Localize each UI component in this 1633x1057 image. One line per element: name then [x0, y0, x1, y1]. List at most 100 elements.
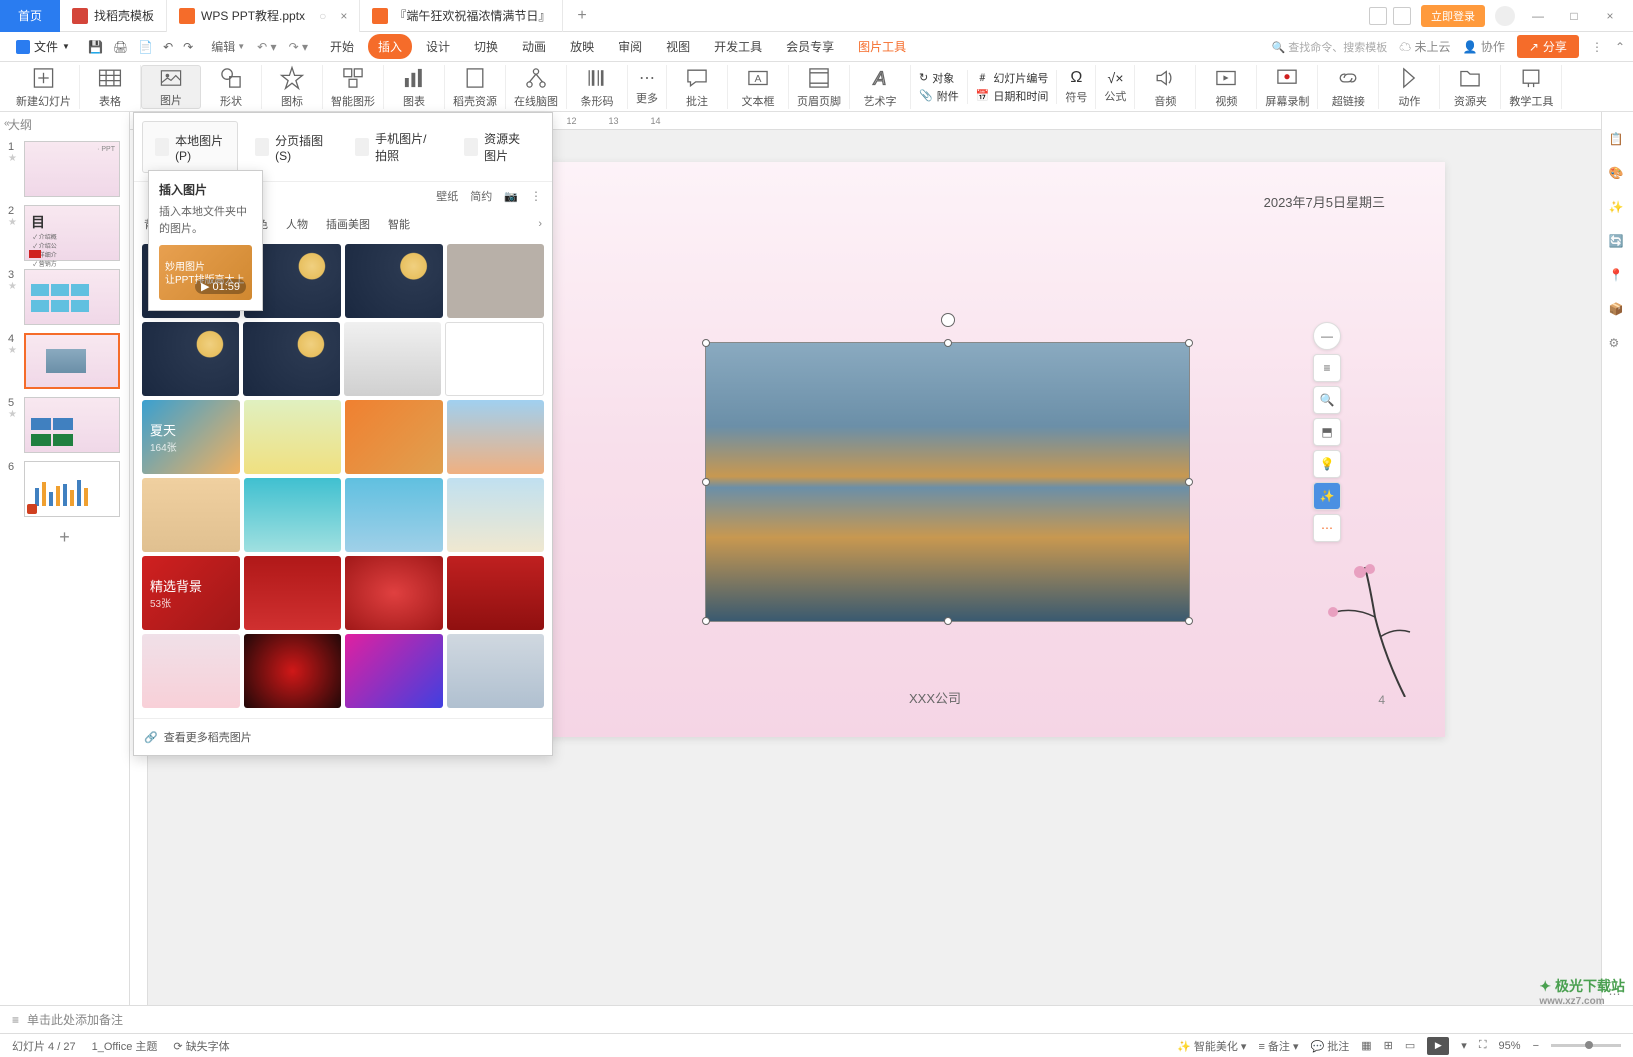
- sidebar-properties-icon[interactable]: 📋: [1609, 132, 1627, 150]
- slide-thumbnail-3[interactable]: 3★: [0, 265, 129, 329]
- slideshow-button[interactable]: ▶: [1427, 1037, 1449, 1055]
- cloud-status[interactable]: ☁ 未上云: [1399, 38, 1450, 55]
- view-reading-icon[interactable]: ▭: [1405, 1039, 1415, 1052]
- tab-slideshow[interactable]: 放映: [560, 34, 604, 59]
- slide-canvas[interactable]: 2023年7月5日星期三 XXX公司 4: [425, 162, 1445, 737]
- ribbon-comment[interactable]: 批注: [667, 65, 728, 109]
- notes-toggle[interactable]: ≡ 备注 ▾: [1258, 1038, 1298, 1054]
- tab-picture-tools[interactable]: 图片工具: [848, 34, 916, 59]
- doc-tab-active[interactable]: WPS PPT教程.pptx ○ ×: [167, 0, 360, 32]
- collab-button[interactable]: 👤 协作: [1463, 38, 1505, 55]
- sidebar-transition-icon[interactable]: 🔄: [1609, 234, 1627, 252]
- file-menu[interactable]: 文件 ▼: [8, 34, 78, 59]
- ribbon-new-slide[interactable]: 新建幻灯片: [8, 65, 80, 109]
- add-slide-button[interactable]: +: [0, 521, 129, 554]
- panel-collapse-icon[interactable]: «: [4, 118, 10, 129]
- float-idea-button[interactable]: 💡: [1313, 450, 1341, 478]
- ribbon-barcode[interactable]: 条形码: [567, 65, 628, 109]
- slideshow-dropdown[interactable]: ▾: [1461, 1039, 1467, 1052]
- view-sorter-icon[interactable]: ⊞: [1384, 1039, 1393, 1052]
- image-thumb[interactable]: [345, 400, 443, 474]
- tab-design[interactable]: 设计: [416, 34, 460, 59]
- tooltip-video-thumbnail[interactable]: 妙用图片 让PPT排版高大上 ▶ 01:59: [159, 245, 252, 300]
- slide-thumb[interactable]: · PPT: [24, 141, 120, 197]
- ribbon-screen-record[interactable]: 屏幕录制: [1257, 65, 1318, 109]
- ribbon-equation[interactable]: √× 公式: [1096, 65, 1135, 109]
- doc-tab-template[interactable]: 找稻壳模板: [60, 0, 167, 32]
- image-category-featured[interactable]: 精选背景 53张: [142, 556, 240, 630]
- float-ai-button[interactable]: ✨: [1313, 482, 1341, 510]
- comments-toggle[interactable]: 💬 批注: [1311, 1038, 1350, 1054]
- ribbon-video[interactable]: 视频: [1196, 65, 1257, 109]
- tab-member[interactable]: 会员专享: [776, 34, 844, 59]
- slide-thumbnail-6[interactable]: 6: [0, 457, 129, 521]
- doc-tab-other[interactable]: 『端午狂欢祝福浓情满节日』: [360, 0, 563, 32]
- fit-to-window-icon[interactable]: ⛶: [1479, 1039, 1487, 1052]
- ribbon-collapse[interactable]: ⌃: [1615, 40, 1625, 54]
- float-layers-button[interactable]: ≡: [1313, 354, 1341, 382]
- slide-thumb-active[interactable]: [24, 333, 120, 389]
- dropdown-tab-phone[interactable]: 手机图片/拍照: [342, 121, 447, 173]
- slide-thumb[interactable]: [24, 269, 120, 325]
- title-icon-2[interactable]: [1393, 7, 1411, 25]
- ribbon-slide-number[interactable]: #️ 幻灯片编号: [976, 70, 1049, 86]
- ribbon-date-time[interactable]: 📅 日期和时间: [976, 88, 1049, 104]
- smart-beautify-button[interactable]: ✨ 智能美化 ▾: [1177, 1038, 1246, 1054]
- image-thumb[interactable]: [445, 322, 544, 396]
- image-thumb[interactable]: [244, 556, 342, 630]
- sidebar-design-icon[interactable]: 🎨: [1609, 166, 1627, 184]
- filter-camera-icon[interactable]: 📷: [504, 190, 518, 203]
- tab-devtools[interactable]: 开发工具: [704, 34, 772, 59]
- filter-simple[interactable]: 简约: [470, 188, 492, 204]
- theme-name[interactable]: 1_Office 主题: [92, 1038, 158, 1054]
- slide-thumbnail-4[interactable]: 4★: [0, 329, 129, 393]
- dropdown-tab-page[interactable]: 分页插图(S): [242, 121, 338, 173]
- image-thumb[interactable]: [244, 634, 342, 708]
- ribbon-smart-graphic[interactable]: 智能图形: [323, 65, 384, 109]
- image-category-summer[interactable]: 夏天 164张: [142, 400, 240, 474]
- ribbon-shape[interactable]: 形状: [201, 65, 262, 109]
- dropdown-tab-local[interactable]: 本地图片(P): [142, 121, 238, 173]
- outline-tab[interactable]: 大纲: [8, 116, 32, 133]
- ribbon-object[interactable]: ↻ 对象: [919, 70, 959, 86]
- image-thumb[interactable]: [142, 634, 240, 708]
- ribbon-textbox[interactable]: A 文本框: [728, 65, 789, 109]
- redo-dropdown[interactable]: ↷ ▾: [289, 40, 308, 54]
- float-crop-button[interactable]: ⬒: [1313, 418, 1341, 446]
- zoom-slider-handle[interactable]: [1585, 1041, 1593, 1049]
- home-tab[interactable]: 首页: [0, 0, 60, 32]
- image-thumb[interactable]: [447, 556, 545, 630]
- tab-view[interactable]: 视图: [656, 34, 700, 59]
- ribbon-teaching-tools[interactable]: 教学工具: [1501, 65, 1562, 109]
- slide-thumbnail-1[interactable]: 1★ · PPT: [0, 137, 129, 201]
- tab-transition[interactable]: 切换: [464, 34, 508, 59]
- image-thumb[interactable]: [447, 634, 545, 708]
- tab-animation[interactable]: 动画: [512, 34, 556, 59]
- sidebar-settings-icon[interactable]: ⚙: [1609, 336, 1627, 354]
- ribbon-attachment[interactable]: 📎 附件: [919, 88, 959, 104]
- missing-fonts[interactable]: ⟳ 缺失字体: [173, 1038, 229, 1054]
- dropdown-tab-resource[interactable]: 资源夹图片: [451, 121, 544, 173]
- image-thumb[interactable]: [447, 244, 545, 318]
- image-thumb[interactable]: [345, 478, 443, 552]
- image-thumb[interactable]: [142, 322, 239, 396]
- ribbon-more[interactable]: ⋯ 更多: [628, 65, 667, 109]
- zoom-slider[interactable]: [1551, 1044, 1621, 1047]
- sidebar-resource-icon[interactable]: 📦: [1609, 302, 1627, 320]
- resize-handle-s[interactable]: [944, 617, 952, 625]
- image-thumb[interactable]: [244, 400, 342, 474]
- redo-icon[interactable]: ↷: [183, 40, 193, 54]
- print-icon[interactable]: 🖨: [113, 40, 128, 54]
- ribbon-picture[interactable]: 图片: [141, 65, 201, 109]
- resize-handle-ne[interactable]: [1185, 339, 1193, 347]
- maximize-button[interactable]: □: [1561, 9, 1587, 23]
- resize-handle-nw[interactable]: [702, 339, 710, 347]
- close-button[interactable]: ×: [1597, 9, 1623, 23]
- print-preview-icon[interactable]: 📄: [138, 40, 153, 54]
- ribbon-docer-resource[interactable]: 稻壳资源: [445, 65, 506, 109]
- float-close-button[interactable]: —: [1313, 322, 1341, 350]
- sidebar-animation-icon[interactable]: ✨: [1609, 200, 1627, 218]
- slide-thumbnail-2[interactable]: 2★ 目 ✓ 介绍概✓ 介绍公✓ 详细介✓ 营销方: [0, 201, 129, 265]
- float-more-button[interactable]: ⋯: [1313, 514, 1341, 542]
- tab-close-icon[interactable]: ×: [340, 9, 347, 23]
